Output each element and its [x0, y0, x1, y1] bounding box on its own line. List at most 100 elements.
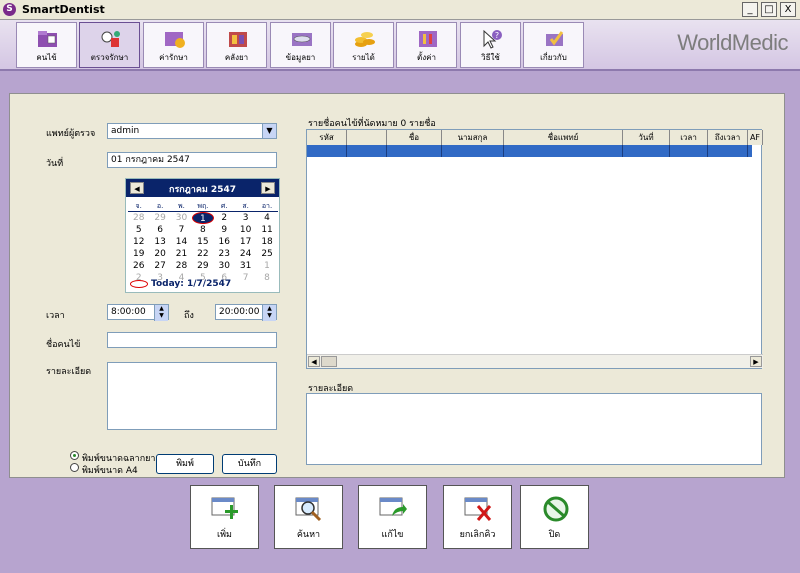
calendar-day[interactable]: 23: [214, 248, 235, 260]
calendar-day[interactable]: 24: [235, 248, 256, 260]
scroll-left-button[interactable]: ◀: [308, 356, 320, 367]
calendar-day[interactable]: 30: [171, 212, 192, 224]
calendar-day[interactable]: 20: [149, 248, 170, 260]
calendar-week-row: 28 29 30 1 2 3 4: [128, 212, 278, 224]
table-row[interactable]: [307, 145, 752, 157]
doctor-value: admin: [111, 126, 140, 136]
column-header[interactable]: ถึงเวลา: [708, 130, 748, 145]
add-button[interactable]: เพิ่ม: [190, 485, 259, 549]
toolbar-patient-button[interactable]: คนไข้: [16, 22, 77, 68]
column-header[interactable]: รหัส: [307, 130, 347, 145]
search-button[interactable]: ค้นหา: [274, 485, 343, 549]
column-header[interactable]: [347, 130, 387, 145]
calendar-day[interactable]: 3: [235, 212, 256, 224]
toolbar-medicine-stock-button[interactable]: คลังยา: [206, 22, 267, 68]
next-month-button[interactable]: ▶: [261, 182, 275, 194]
minimize-button[interactable]: _: [742, 2, 758, 17]
calendar-day[interactable]: 1: [192, 212, 214, 224]
calendar-day[interactable]: 25: [256, 248, 277, 260]
calendar-weekdays: จ. อ. พ. พฤ. ศ. ส. อา.: [128, 200, 278, 212]
toolbar-income-button[interactable]: รายได้: [333, 22, 394, 68]
brand-logo: WorldMedic: [677, 30, 788, 55]
maximize-button[interactable]: □: [761, 2, 777, 17]
column-header[interactable]: วันที่: [623, 130, 670, 145]
calendar-day[interactable]: 2: [214, 212, 235, 224]
calendar-day[interactable]: 29: [149, 212, 170, 224]
calendar-header: ◀ กรกฎาคม 2547 ▶: [126, 179, 279, 197]
toolbar-treatment-fee-button[interactable]: ค่ารักษา: [143, 22, 204, 68]
calendar-day[interactable]: 18: [256, 236, 277, 248]
calendar-day[interactable]: 19: [128, 248, 149, 260]
calendar-day[interactable]: 26: [128, 260, 149, 272]
calendar-day[interactable]: 5: [128, 224, 149, 236]
calendar-day[interactable]: 7: [235, 272, 256, 284]
save-button[interactable]: บันทึก: [222, 454, 277, 474]
appointment-table[interactable]: รหัส ชื่อ นามสกุล ชื่อแพทย์ วันที่ เวลา …: [306, 129, 763, 369]
scroll-thumb[interactable]: [321, 356, 337, 367]
edit-label: แก้ไข: [381, 530, 404, 540]
time-from-spinner[interactable]: ▲ ▼: [154, 305, 168, 321]
calendar-day[interactable]: 30: [214, 260, 235, 272]
appointment-detail-box[interactable]: [306, 393, 762, 465]
settings-icon: [419, 31, 437, 47]
calendar-day[interactable]: 11: [256, 224, 277, 236]
horizontal-scrollbar[interactable]: ◀ ▶: [307, 354, 763, 368]
column-header[interactable]: AF: [748, 130, 763, 145]
calendar-day[interactable]: 1: [256, 260, 277, 272]
calendar-day[interactable]: 4: [256, 212, 277, 224]
calendar-day[interactable]: 31: [235, 260, 256, 272]
calendar-day[interactable]: 28: [128, 212, 149, 224]
scroll-right-button[interactable]: ▶: [750, 356, 762, 367]
calendar-day[interactable]: 8: [192, 224, 213, 236]
column-header[interactable]: นามสกุล: [442, 130, 504, 145]
calendar-today[interactable]: Today: 1/7/2547: [130, 279, 231, 289]
to-label: ถึง: [184, 311, 194, 321]
calendar-day[interactable]: 29: [192, 260, 213, 272]
column-header[interactable]: เวลา: [670, 130, 708, 145]
calendar-day[interactable]: 21: [171, 248, 192, 260]
calendar-day[interactable]: 14: [171, 236, 192, 248]
calendar-day[interactable]: 12: [128, 236, 149, 248]
weekday-label: อ.: [149, 200, 171, 212]
doctor-select[interactable]: admin ▼: [107, 123, 277, 139]
print-a4-radio[interactable]: [70, 463, 79, 472]
calendar-day[interactable]: 9: [214, 224, 235, 236]
close-label: ปิด: [548, 530, 561, 540]
toolbar-medicine-data-button[interactable]: ข้อมูลยา: [270, 22, 331, 68]
cancel-queue-button[interactable]: ยกเลิกคิว: [443, 485, 512, 549]
calendar-day[interactable]: 17: [235, 236, 256, 248]
detail-textarea[interactable]: [107, 362, 277, 430]
column-header[interactable]: ชื่อ: [387, 130, 442, 145]
patient-name-field[interactable]: [107, 332, 277, 348]
toolbar-examination-button[interactable]: ตรวจรักษา: [79, 22, 140, 68]
toolbar-label: คลังยา: [224, 53, 249, 62]
toolbar-about-button[interactable]: เกี่ยวกับ: [523, 22, 584, 68]
calendar-day[interactable]: 13: [149, 236, 170, 248]
window-close-button[interactable]: X: [780, 2, 796, 17]
edit-button[interactable]: แก้ไข: [358, 485, 427, 549]
time-to-spinner[interactable]: ▲ ▼: [262, 305, 276, 321]
calendar-day[interactable]: 16: [214, 236, 235, 248]
date-field[interactable]: 01 กรกฎาคม 2547: [107, 152, 277, 168]
help-icon: ?: [483, 29, 502, 49]
calendar-day[interactable]: 15: [192, 236, 213, 248]
calendar-day[interactable]: 6: [149, 224, 170, 236]
calendar-day[interactable]: 28: [171, 260, 192, 272]
time-from-field[interactable]: 8:00:00 ▲ ▼: [107, 304, 169, 321]
print-label-size-radio[interactable]: [70, 451, 79, 460]
cancel-queue-icon: [464, 497, 492, 521]
calendar-day[interactable]: 27: [149, 260, 170, 272]
table-header: รหัส ชื่อ นามสกุล ชื่อแพทย์ วันที่ เวลา …: [307, 130, 763, 145]
close-button[interactable]: ปิด: [520, 485, 589, 549]
calendar-day[interactable]: 8: [256, 272, 277, 284]
column-header[interactable]: ชื่อแพทย์: [504, 130, 623, 145]
calendar-week-row: 12 13 14 15 16 17 18: [128, 236, 278, 248]
toolbar-settings-button[interactable]: ตั้งค่า: [396, 22, 457, 68]
print-button[interactable]: พิมพ์: [156, 454, 214, 474]
time-to-field[interactable]: 20:00:00 ▲ ▼: [215, 304, 277, 321]
calendar-day[interactable]: 7: [171, 224, 192, 236]
calendar-day[interactable]: 22: [192, 248, 213, 260]
chevron-down-icon[interactable]: ▼: [262, 124, 276, 138]
calendar-day[interactable]: 10: [235, 224, 256, 236]
toolbar-help-button[interactable]: ? วิธีใช้: [460, 22, 521, 68]
